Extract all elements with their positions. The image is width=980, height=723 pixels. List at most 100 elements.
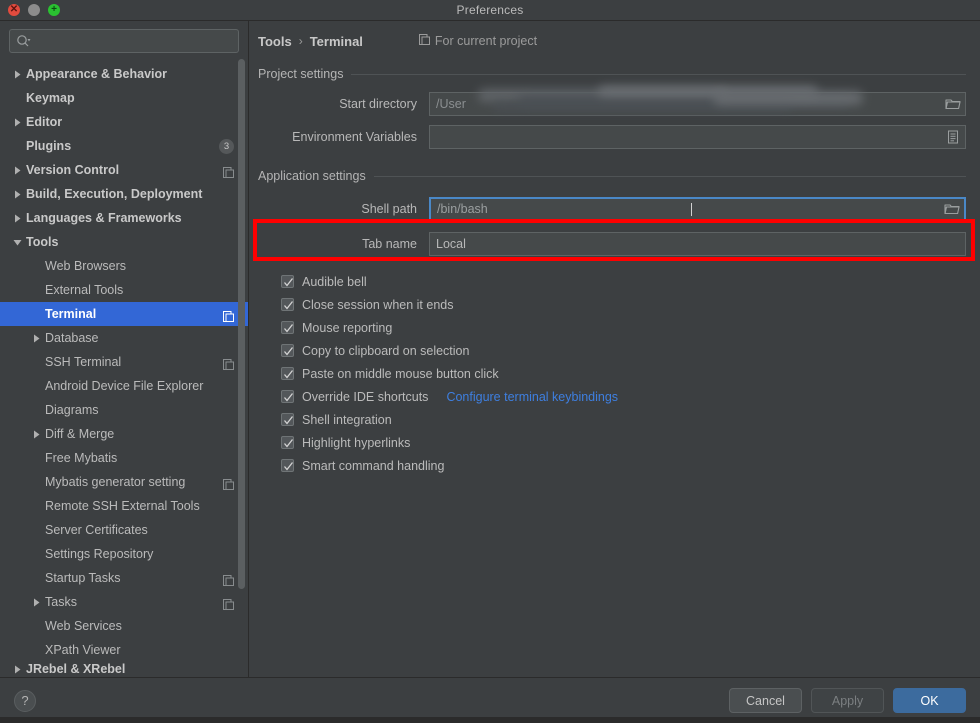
- breadcrumb-parent[interactable]: Tools: [258, 34, 292, 49]
- sidebar-item-mybatis-generator-setting[interactable]: Mybatis generator setting: [0, 470, 248, 494]
- sidebar-item-editor[interactable]: Editor: [0, 110, 248, 134]
- terminal-options-list: Audible bell Close session when it ends Mo…: [249, 270, 980, 477]
- option-row: Paste on middle mouse button click: [281, 362, 980, 385]
- scope-note: For current project: [418, 34, 537, 48]
- copy-icon: [223, 165, 234, 178]
- chevron-right-icon[interactable]: [11, 212, 23, 224]
- search-box[interactable]: [9, 29, 239, 53]
- sidebar-item-label: Tasks: [45, 595, 77, 609]
- environment-variables-label: Environment Variables: [292, 130, 417, 144]
- sidebar-item-jrebel-xrebel[interactable]: JRebel & XRebel: [0, 662, 248, 676]
- sidebar-item-appearance-behavior[interactable]: Appearance & Behavior: [0, 62, 248, 86]
- shell-path-field[interactable]: /bin/bash: [429, 197, 966, 221]
- sidebar-item-languages-frameworks[interactable]: Languages & Frameworks: [0, 206, 248, 230]
- sidebar-item-label: Settings Repository: [45, 547, 154, 561]
- checkbox-shell-integration[interactable]: [281, 413, 294, 426]
- chevron-down-icon[interactable]: [11, 236, 23, 248]
- copy-icon: [418, 34, 430, 48]
- checkbox-override-ide-shortcuts[interactable]: [281, 390, 294, 403]
- sidebar-item-keymap[interactable]: Keymap: [0, 86, 248, 110]
- chevron-right-icon[interactable]: [11, 116, 23, 128]
- plugins-count-badge: 3: [219, 138, 234, 154]
- sidebar-item-free-mybatis[interactable]: Free Mybatis: [0, 446, 248, 470]
- option-label: Close session when it ends: [302, 297, 454, 312]
- checkbox-copy-to-clipboard-on-selection[interactable]: [281, 344, 294, 357]
- settings-tree[interactable]: Appearance & Behavior Keymap Editor Plugins…: [0, 60, 248, 677]
- sidebar-item-web-browsers[interactable]: Web Browsers: [0, 254, 248, 278]
- sidebar-item-label: JRebel & XRebel: [26, 662, 126, 676]
- sidebar-item-label: Build, Execution, Deployment: [26, 187, 203, 201]
- sidebar-scrollbar-thumb[interactable]: [238, 59, 245, 589]
- tab-name-value: Local: [436, 237, 466, 251]
- checkbox-highlight-hyperlinks[interactable]: [281, 436, 294, 449]
- application-settings-label: Application settings: [258, 169, 366, 183]
- sidebar-item-web-services[interactable]: Web Services: [0, 614, 248, 638]
- section-divider: [373, 175, 966, 177]
- sidebar-item-plugins[interactable]: Plugins 3: [0, 134, 248, 158]
- apply-button[interactable]: Apply: [811, 688, 884, 713]
- sidebar-item-tasks[interactable]: Tasks: [0, 590, 248, 614]
- settings-sidebar: Appearance & Behavior Keymap Editor Plugins…: [0, 21, 249, 677]
- start-directory-label: Start directory: [339, 97, 417, 111]
- sidebar-item-terminal[interactable]: Terminal: [0, 302, 248, 326]
- checkbox-audible-bell[interactable]: [281, 275, 294, 288]
- folder-icon[interactable]: [945, 96, 961, 112]
- checkbox-smart-command-handling[interactable]: [281, 459, 294, 472]
- option-row: Smart command handling: [281, 454, 980, 477]
- sidebar-item-database[interactable]: Database: [0, 326, 248, 350]
- sidebar-item-tools[interactable]: Tools: [0, 230, 248, 254]
- window-title: Preferences: [456, 3, 524, 17]
- chevron-right-icon[interactable]: [11, 164, 23, 176]
- sidebar-item-diff-merge[interactable]: Diff & Merge: [0, 422, 248, 446]
- sidebar-item-server-certificates[interactable]: Server Certificates: [0, 518, 248, 542]
- preferences-window: ✕ + Preferences Appearance & Behavior Ke…: [0, 0, 980, 723]
- list-icon[interactable]: [945, 129, 961, 145]
- chevron-right-icon[interactable]: [30, 428, 42, 440]
- chevron-right-icon[interactable]: [30, 332, 42, 344]
- sidebar-item-label: Tools: [26, 235, 59, 249]
- search-input[interactable]: [31, 34, 232, 48]
- sidebar-item-label: Remote SSH External Tools: [45, 499, 200, 513]
- sidebar-item-label: XPath Viewer: [45, 643, 121, 657]
- tab-name-field[interactable]: Local: [429, 232, 966, 256]
- sidebar-item-xpath-viewer[interactable]: XPath Viewer: [0, 638, 248, 662]
- sidebar-item-startup-tasks[interactable]: Startup Tasks: [0, 566, 248, 590]
- minimize-window-button[interactable]: [28, 4, 40, 16]
- environment-variables-row: Environment Variables: [249, 125, 980, 149]
- sidebar-item-settings-repository[interactable]: Settings Repository: [0, 542, 248, 566]
- option-label: Shell integration: [302, 412, 392, 427]
- maximize-window-button[interactable]: +: [48, 4, 60, 16]
- sidebar-item-label: Android Device File Explorer: [45, 379, 204, 393]
- ok-button[interactable]: OK: [893, 688, 966, 713]
- chevron-right-icon[interactable]: [11, 188, 23, 200]
- checkbox-mouse-reporting[interactable]: [281, 321, 294, 334]
- sidebar-item-build-execution-deployment[interactable]: Build, Execution, Deployment: [0, 182, 248, 206]
- environment-variables-field[interactable]: [429, 125, 966, 149]
- chevron-right-icon[interactable]: [11, 663, 23, 675]
- checkbox-paste-on-middle-mouse-button-click[interactable]: [281, 367, 294, 380]
- checkbox-close-session-when-it-ends[interactable]: [281, 298, 294, 311]
- sidebar-item-diagrams[interactable]: Diagrams: [0, 398, 248, 422]
- sidebar-item-ssh-terminal[interactable]: SSH Terminal: [0, 350, 248, 374]
- chevron-right-icon[interactable]: [30, 596, 42, 608]
- cancel-button[interactable]: Cancel: [729, 688, 802, 713]
- sidebar-item-android-device-file-explorer[interactable]: Android Device File Explorer: [0, 374, 248, 398]
- shell-path-label: Shell path: [361, 202, 417, 216]
- configure-terminal-keybindings-link[interactable]: Configure terminal keybindings: [446, 390, 618, 404]
- sidebar-item-label: Keymap: [26, 91, 75, 105]
- start-directory-field[interactable]: /User: [429, 86, 966, 116]
- chevron-right-icon[interactable]: [11, 68, 23, 80]
- sidebar-item-label: Server Certificates: [45, 523, 148, 537]
- sidebar-item-remote-ssh-external-tools[interactable]: Remote SSH External Tools: [0, 494, 248, 518]
- breadcrumb-separator: ›: [298, 34, 303, 48]
- folder-icon[interactable]: [944, 201, 960, 217]
- title-bar: ✕ + Preferences: [0, 0, 980, 21]
- option-row: Override IDE shortcuts Configure terminal…: [281, 385, 980, 408]
- sidebar-item-version-control[interactable]: Version Control: [0, 158, 248, 182]
- option-row: Close session when it ends: [281, 293, 980, 316]
- sidebar-item-external-tools[interactable]: External Tools: [0, 278, 248, 302]
- sidebar-scrollbar[interactable]: [238, 29, 245, 595]
- help-button[interactable]: ?: [14, 689, 36, 712]
- close-window-button[interactable]: ✕: [8, 4, 20, 16]
- option-label: Override IDE shortcuts: [302, 389, 429, 404]
